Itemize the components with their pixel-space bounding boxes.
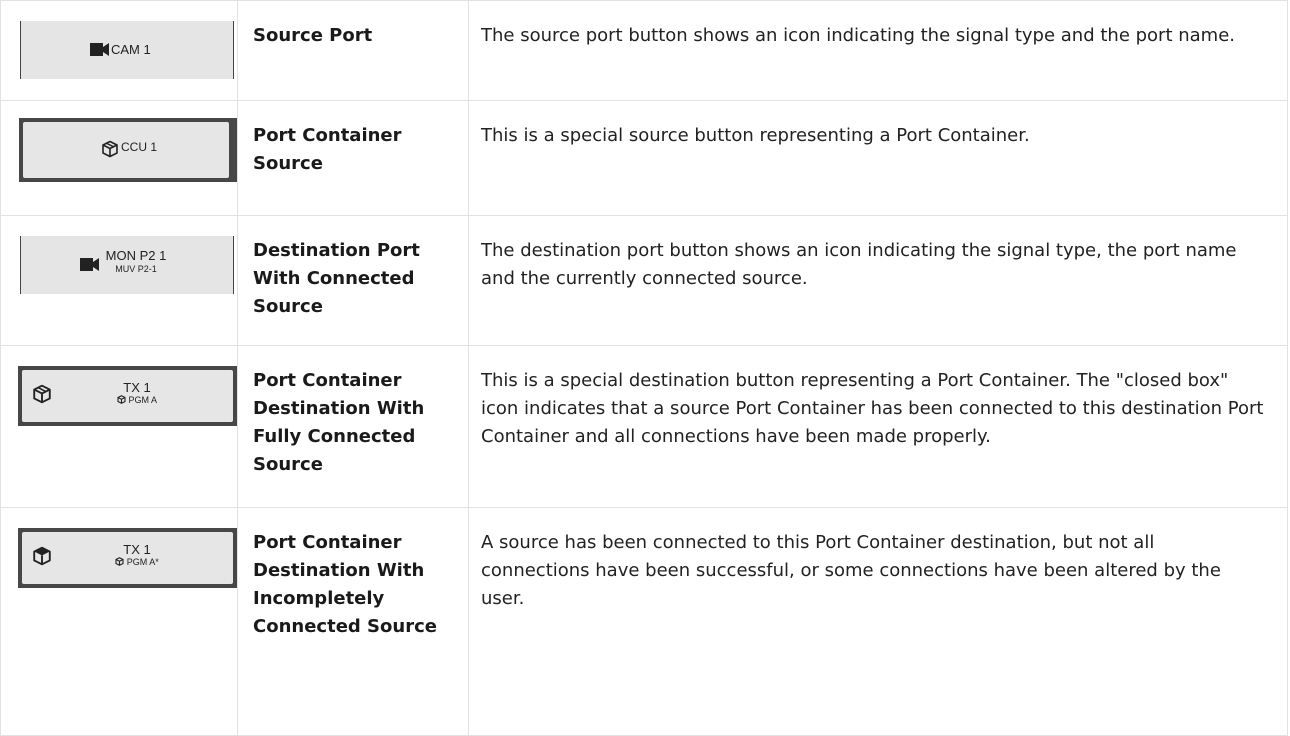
table-row: CCU 1 Port Container Source This is a sp… (0, 100, 1288, 216)
row-description: The source port button shows an icon ind… (481, 25, 1235, 46)
partial-box-icon (33, 546, 51, 566)
button-label: TX 1 (123, 380, 151, 395)
table-row: TX 1 PGM A* Port Container Destination W… (0, 507, 1288, 736)
button-image-cell: CCU 1 (0, 100, 238, 216)
open-box-icon (102, 140, 118, 158)
row-description: This is a special source button represen… (481, 125, 1030, 146)
button-image-cell: MON P2 1 MUV P2-1 (0, 215, 238, 346)
table-row: CAM 1 Source Port The source port button… (0, 0, 1288, 101)
button-label: CCU 1 (121, 140, 158, 154)
table-row: MON P2 1 MUV P2-1 Destination Port With … (0, 215, 1288, 346)
port-container-destination-full-button: TX 1 PGM A (18, 366, 237, 426)
destination-port-button: MON P2 1 MUV P2-1 (20, 236, 234, 294)
button-sublabel: PGM A (128, 395, 158, 405)
button-label: MON P2 1 (105, 248, 167, 263)
camera-icon (90, 43, 109, 56)
button-image-cell: TX 1 PGM A* (0, 507, 238, 736)
row-term: Destination Port With Connected Source (253, 240, 420, 317)
row-term: Port Container Destination With Incomple… (253, 532, 437, 637)
row-term: Port Container Source (253, 125, 402, 174)
row-term: Source Port (253, 25, 373, 46)
button-sublabel: MUV P2-1 (115, 264, 157, 274)
camera-icon (80, 258, 99, 271)
button-image-cell: TX 1 PGM A (0, 345, 238, 508)
legend-table: CAM 1 Source Port The source port button… (0, 0, 1288, 736)
source-port-button: CAM 1 (20, 21, 234, 79)
box-icon (117, 395, 126, 404)
row-term: Port Container Destination With Fully Co… (253, 370, 425, 475)
port-container-destination-incomplete-button: TX 1 PGM A* (18, 528, 237, 588)
box-icon (115, 557, 124, 566)
row-description: This is a special destination button rep… (481, 370, 1264, 447)
row-description: A source has been connected to this Port… (481, 532, 1221, 609)
table-row: TX 1 PGM A Port Container Destination Wi… (0, 345, 1288, 508)
port-container-source-button: CCU 1 (19, 118, 237, 182)
row-description: The destination port button shows an ico… (481, 240, 1237, 289)
button-label: TX 1 (123, 542, 151, 557)
button-label: CAM 1 (111, 42, 151, 57)
button-image-cell: CAM 1 (0, 0, 238, 101)
closed-box-icon (33, 384, 51, 404)
button-sublabel: PGM A* (126, 557, 159, 567)
